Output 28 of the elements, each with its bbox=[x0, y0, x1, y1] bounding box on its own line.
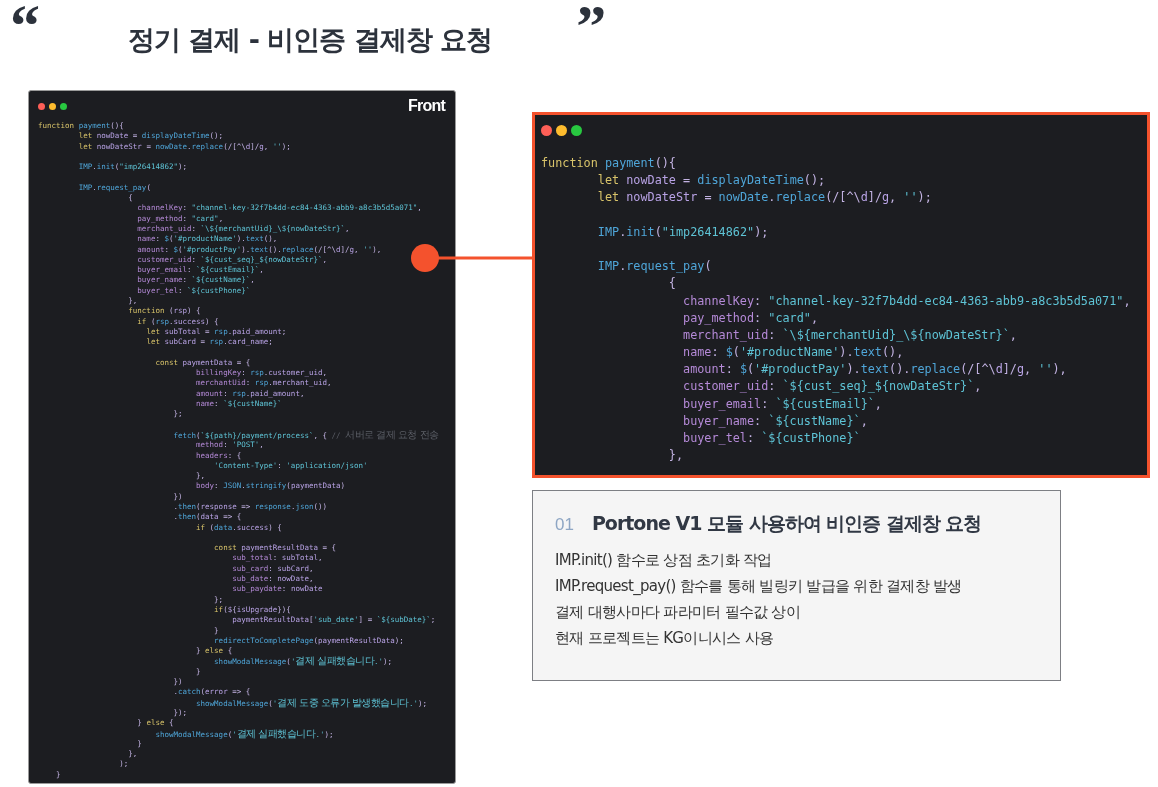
code-line: function payment(){ bbox=[541, 155, 677, 172]
window-label: Front bbox=[408, 97, 445, 115]
code-line: merchant_uid: `\${merchantUid}_\${nowDateStr}`, bbox=[682, 326, 1018, 344]
code-line: IMP.request_pay( bbox=[596, 258, 713, 276]
code-line: let nowDate = displayDateTime(); bbox=[596, 172, 827, 190]
code-line: IMP.init("imp26414862"); bbox=[596, 223, 770, 241]
code-line: name: $('#productName').text(), bbox=[682, 344, 905, 362]
note-heading: Portone V1 모듈 사용하여 비인증 결제창 요청 bbox=[591, 511, 982, 536]
window-buttons-icon bbox=[38, 102, 67, 110]
close-quote: ” bbox=[576, 6, 607, 46]
note-number: 01 bbox=[555, 515, 574, 535]
note-text: 현재 프로젝트는 KG이니시스 사용 bbox=[555, 628, 775, 649]
open-quote: “ bbox=[10, 6, 40, 46]
code-line: buyer_email: `${custEmail}`, bbox=[682, 395, 883, 413]
window-buttons-icon bbox=[541, 125, 582, 136]
code-line: buyer_tel: `${custPhone}` bbox=[682, 430, 862, 447]
code-line: }, bbox=[667, 447, 685, 465]
code-line: pay_method: "card", bbox=[682, 309, 820, 327]
note-text: IMP.request_pay() 함수를 통해 빌링키 발급을 위한 결제창 발생 bbox=[555, 576, 963, 597]
code-line: buyer_name: `${custName}`, bbox=[682, 412, 869, 430]
code-line: let nowDateStr = nowDate.replace(/[^\d]/g, ''); bbox=[596, 189, 933, 207]
code-line: amount: $('#productPay').text().replace(/[^\d]/g, ''), bbox=[682, 361, 1068, 379]
code-line: customer_uid: `${cust_seq}_${nowDateStr}`, bbox=[682, 378, 983, 396]
code-line: { bbox=[667, 275, 677, 293]
slide-title: 정기 결제 - 비인증 결제창 요청 bbox=[128, 23, 493, 57]
note-text: 결제 대행사마다 파라미터 필수값 상이 bbox=[555, 602, 802, 623]
note-text: IMP.init() 함수로 상점 초기화 작업 bbox=[555, 550, 773, 571]
code-line: channelKey: "channel-key-32f7b4dd-ec84-4363-abb9-a8c3b5d5a071", bbox=[682, 292, 1132, 310]
